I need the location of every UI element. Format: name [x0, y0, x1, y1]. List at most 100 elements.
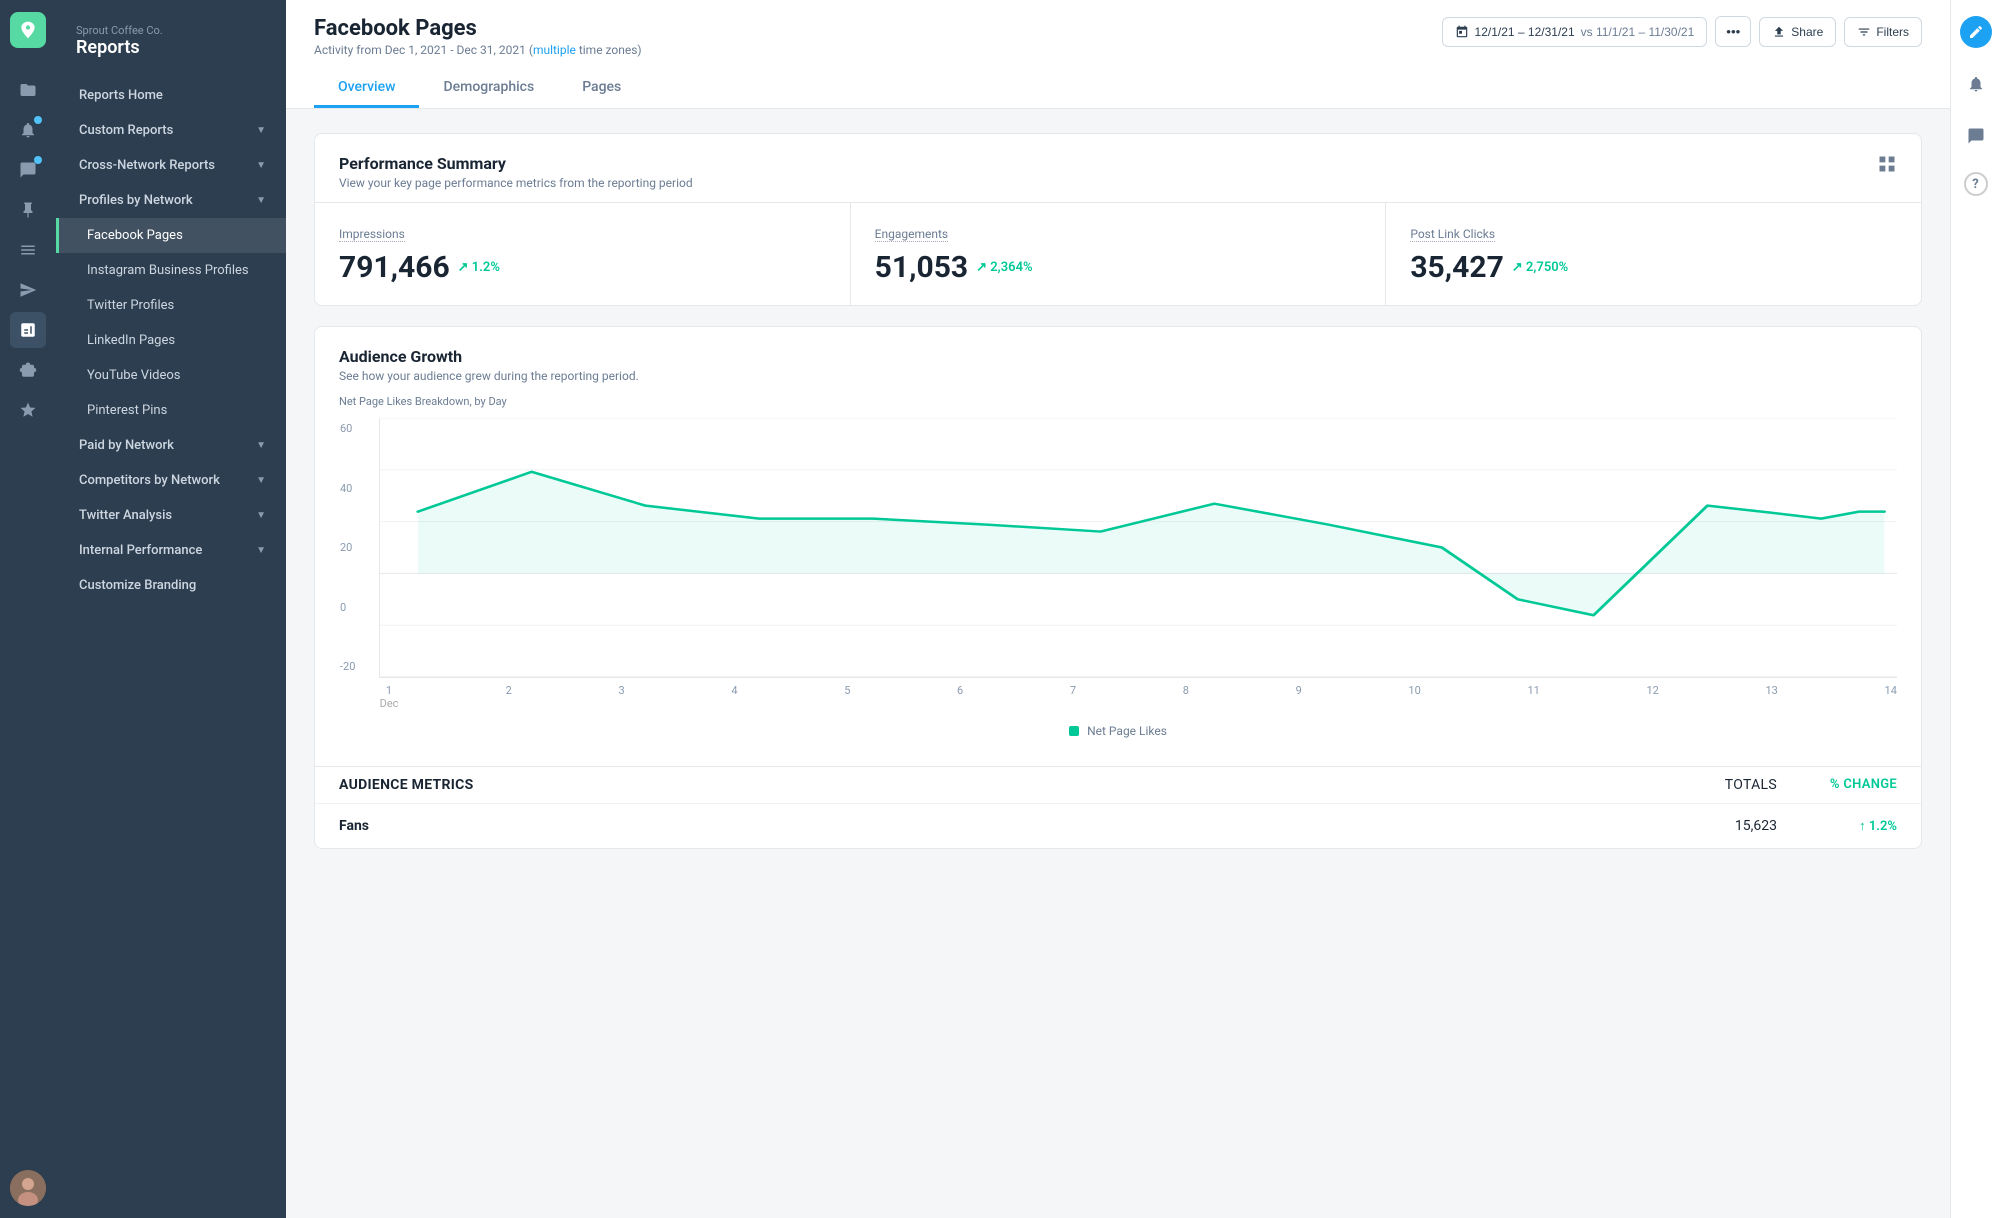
more-options-button[interactable]: •••	[1715, 16, 1751, 47]
chevron-icon: ▼	[256, 545, 266, 556]
nav-icon-send[interactable]	[10, 272, 46, 308]
engagements-label: Engagements	[875, 227, 948, 242]
share-label: Share	[1791, 25, 1823, 39]
comparison-text: vs 11/1/21 – 11/30/21	[1581, 25, 1695, 39]
row-fans-label: Fans	[339, 818, 1657, 834]
legend-label: Net Page Likes	[1087, 724, 1167, 738]
right-chat-icon[interactable]	[1960, 120, 1992, 152]
sidebar-header: Sprout Coffee Co. Reports	[56, 8, 286, 78]
sidebar-item-profiles-by-network[interactable]: Profiles by Network ▼	[56, 183, 286, 218]
date-picker-button[interactable]: 12/1/21 – 12/31/21 vs 11/1/21 – 11/30/21	[1442, 17, 1708, 47]
sidebar-item-linkedin-pages[interactable]: LinkedIn Pages	[56, 323, 286, 358]
nav-icon-bell[interactable]	[10, 112, 46, 148]
post-link-clicks-label: Post Link Clicks	[1410, 227, 1495, 242]
chart-legend: Net Page Likes	[339, 716, 1897, 746]
audience-growth-card: Audience Growth See how your audience gr…	[314, 326, 1922, 849]
content-area: Performance Summary View your key page p…	[286, 109, 1950, 1218]
page-header: Facebook Pages Activity from Dec 1, 2021…	[286, 0, 1950, 109]
tabs-bar: Overview Demographics Pages	[314, 69, 1922, 108]
app-logo[interactable]	[10, 12, 46, 48]
x-label-10: 10	[1408, 684, 1420, 710]
calendar-icon	[1455, 25, 1469, 39]
chevron-icon: ▼	[256, 125, 266, 136]
sidebar-item-internal-performance[interactable]: Internal Performance ▼	[56, 533, 286, 568]
sidebar-item-cross-network[interactable]: Cross-Network Reports ▼	[56, 148, 286, 183]
x-label-1: 1Dec	[379, 684, 399, 710]
nav-icon-star[interactable]	[10, 392, 46, 428]
x-label-6: 6	[957, 684, 963, 710]
sidebar-item-reports-home[interactable]: Reports Home	[56, 78, 286, 113]
x-label-4: 4	[731, 684, 737, 710]
tab-overview[interactable]: Overview	[314, 69, 419, 108]
sidebar-item-twitter-profiles[interactable]: Twitter Profiles	[56, 288, 286, 323]
y-value-neg20: -20	[340, 660, 355, 673]
x-label-9: 9	[1296, 684, 1302, 710]
timezone-link[interactable]: multiple	[533, 43, 576, 57]
filters-label: Filters	[1876, 25, 1909, 39]
x-label-11: 11	[1527, 684, 1539, 710]
sidebar-item-paid-by-network[interactable]: Paid by Network ▼	[56, 428, 286, 463]
col-header-totals: Totals	[1657, 777, 1777, 793]
x-label-8: 8	[1183, 684, 1189, 710]
sidebar-item-twitter-analysis[interactable]: Twitter Analysis ▼	[56, 498, 286, 533]
user-avatar[interactable]	[10, 1170, 46, 1206]
nav-icon-hamburger[interactable]	[10, 232, 46, 268]
audience-metrics-header: Audience Metrics Totals % Change	[315, 766, 1921, 803]
tab-demographics[interactable]: Demographics	[419, 69, 558, 108]
chart-container: Net Page Likes Breakdown, by Day 60 40 2…	[315, 395, 1921, 766]
chat-badge	[34, 156, 42, 164]
nav-icon-folder[interactable]	[10, 72, 46, 108]
header-controls: 12/1/21 – 12/31/21 vs 11/1/21 – 11/30/21…	[1442, 16, 1922, 47]
nav-icon-bot[interactable]	[10, 352, 46, 388]
main-content: Facebook Pages Activity from Dec 1, 2021…	[286, 0, 1950, 1218]
x-axis: 1Dec 2 3 4 5 6 7 8 9 10 11 12 13 14	[379, 678, 1897, 716]
impressions-label: Impressions	[339, 227, 405, 242]
filters-icon	[1857, 25, 1871, 39]
impressions-value: 791,466 ↗ 1.2%	[339, 250, 826, 285]
nav-icon-chat[interactable]	[10, 152, 46, 188]
impressions-change: ↗ 1.2%	[458, 260, 500, 275]
sidebar-item-custom-reports[interactable]: Custom Reports ▼	[56, 113, 286, 148]
right-help-icon[interactable]: ?	[1964, 172, 1988, 196]
y-value-60: 60	[340, 422, 355, 435]
tab-pages[interactable]: Pages	[558, 69, 645, 108]
chevron-icon: ▼	[256, 160, 266, 171]
sidebar-item-customize-branding[interactable]: Customize Branding	[56, 568, 286, 603]
engagements-value: 51,053 ↗ 2,364%	[875, 250, 1362, 285]
post-link-clicks-value: 35,427 ↗ 2,750%	[1410, 250, 1897, 285]
compose-button[interactable]	[1960, 16, 1992, 48]
performance-summary-card: Performance Summary View your key page p…	[314, 133, 1922, 306]
x-label-14: 14	[1885, 684, 1897, 710]
chevron-icon: ▼	[256, 510, 266, 521]
line-chart-svg	[380, 418, 1897, 677]
engagements-change: ↗ 2,364%	[976, 260, 1032, 275]
sidebar-item-instagram-business[interactable]: Instagram Business Profiles	[56, 253, 286, 288]
sidebar-item-pinterest-pins[interactable]: Pinterest Pins	[56, 393, 286, 428]
page-subtitle: Activity from Dec 1, 2021 - Dec 31, 2021…	[314, 43, 642, 57]
metric-engagements: Engagements 51,053 ↗ 2,364%	[851, 203, 1387, 305]
date-range-text: 12/1/21 – 12/31/21	[1475, 25, 1575, 39]
chart-area: 60 40 20 0 -20	[379, 418, 1897, 678]
sidebar-item-youtube-videos[interactable]: YouTube Videos	[56, 358, 286, 393]
x-label-7: 7	[1070, 684, 1076, 710]
sidebar-item-competitors-by-network[interactable]: Competitors by Network ▼	[56, 463, 286, 498]
chevron-icon: ▼	[256, 475, 266, 486]
chevron-icon: ▼	[256, 440, 266, 451]
share-button[interactable]: Share	[1759, 17, 1836, 47]
x-label-13: 13	[1766, 684, 1778, 710]
x-label-3: 3	[619, 684, 625, 710]
row-fans-change: ↑ 1.2%	[1777, 818, 1897, 834]
app-section: Reports	[76, 37, 266, 58]
post-link-clicks-change: ↗ 2,750%	[1512, 260, 1568, 275]
nav-icon-analytics[interactable]	[10, 312, 46, 348]
right-bell-icon[interactable]	[1960, 68, 1992, 100]
legend-dot	[1069, 726, 1079, 736]
page-title: Facebook Pages	[314, 16, 642, 41]
nav-icon-pin[interactable]	[10, 192, 46, 228]
filters-button[interactable]: Filters	[1844, 17, 1922, 47]
chart-label: Net Page Likes Breakdown, by Day	[339, 395, 1897, 408]
sidebar-item-facebook-pages[interactable]: Facebook Pages	[56, 218, 286, 253]
grid-view-icon[interactable]	[1877, 154, 1897, 178]
share-icon	[1772, 25, 1786, 39]
icon-rail	[0, 0, 56, 1218]
